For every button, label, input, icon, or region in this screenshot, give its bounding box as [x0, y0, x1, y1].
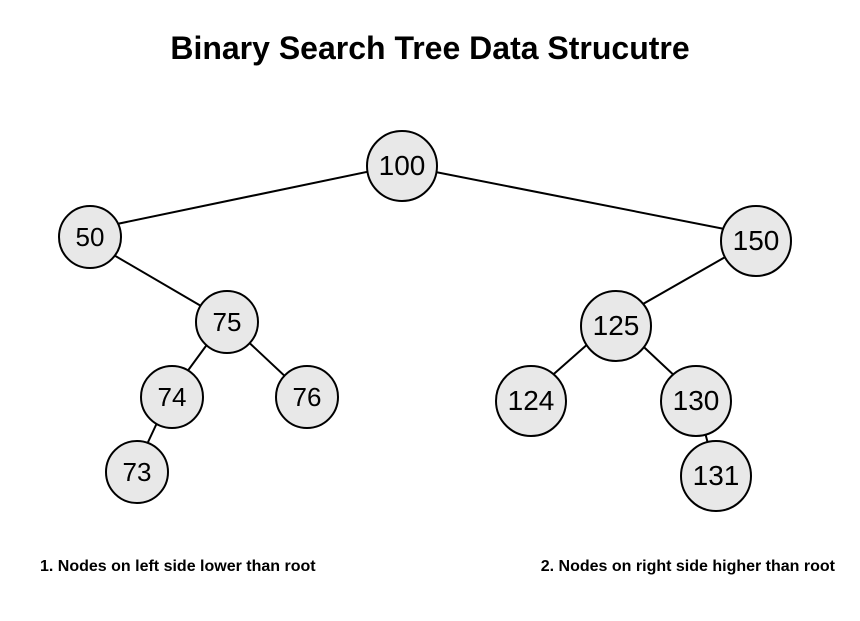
tree-node-124: 124: [495, 365, 567, 437]
tree-node-150: 150: [720, 205, 792, 277]
tree-node-74: 74: [140, 365, 204, 429]
caption-left: 1. Nodes on left side lower than root: [40, 558, 316, 576]
bst-diagram: 100 50 150 75 125 74 76 124 130 73 131: [0, 100, 860, 500]
tree-node-131: 131: [680, 440, 752, 512]
page-title: Binary Search Tree Data Strucutre: [0, 30, 860, 67]
tree-node-130: 130: [660, 365, 732, 437]
tree-node-76: 76: [275, 365, 339, 429]
tree-node-75: 75: [195, 290, 259, 354]
tree-node-root: 100: [366, 130, 438, 202]
tree-node-50: 50: [58, 205, 122, 269]
tree-node-73: 73: [105, 440, 169, 504]
tree-node-125: 125: [580, 290, 652, 362]
caption-right: 2. Nodes on right side higher than root: [541, 558, 835, 576]
